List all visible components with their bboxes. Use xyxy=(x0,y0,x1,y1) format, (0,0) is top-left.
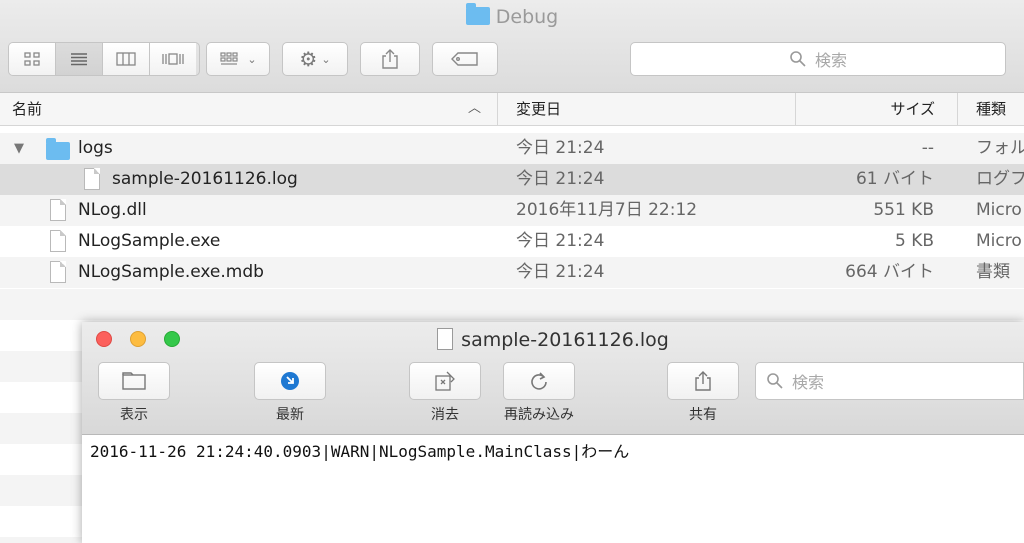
column-name-label: 名前 xyxy=(12,100,43,118)
console-window-title: sample-20161126.log xyxy=(82,328,1024,351)
column-date-label: 変更日 xyxy=(516,100,562,118)
column-size-label: サイズ xyxy=(890,100,935,118)
folder-icon xyxy=(465,3,490,25)
tag-icon xyxy=(451,52,478,66)
reload-label: 再読み込み xyxy=(504,407,574,423)
table-row[interactable]: ▼ logs 今日 21:24 -- フォル xyxy=(0,133,1024,164)
clear-icon xyxy=(435,371,455,391)
sidebar-icon xyxy=(122,372,146,390)
column-kind-label: 種類 xyxy=(976,100,1007,118)
finder-toolbar: Debug ⌄ ⚙ ⌄ 検索 xyxy=(0,0,1024,93)
row-name: NLogSample.exe xyxy=(78,231,221,251)
console-search-placeholder: 検索 xyxy=(792,373,825,392)
row-date: 今日 21:24 xyxy=(516,138,605,158)
latest-label: 最新 xyxy=(276,407,304,423)
console-title-text: sample-20161126.log xyxy=(461,329,669,351)
row-name: logs xyxy=(78,138,113,158)
console-search-input[interactable]: 検索 xyxy=(755,362,1024,400)
column-header: 名前 ︿ 変更日 サイズ 種類 xyxy=(0,93,1024,126)
icon-view-icon[interactable] xyxy=(9,43,56,75)
column-view-icon[interactable] xyxy=(103,43,150,75)
finder-search-placeholder: 検索 xyxy=(814,51,847,70)
chevron-down-icon: ⌄ xyxy=(247,52,257,66)
empty-stripe xyxy=(0,289,1024,320)
arrange-button[interactable]: ⌄ xyxy=(206,42,270,76)
latest-button[interactable] xyxy=(254,362,326,400)
view-mode-control xyxy=(8,42,200,76)
row-date: 今日 21:24 xyxy=(516,262,605,282)
console-window: sample-20161126.log 表示 最新 消去 再読み込み 共有 検索… xyxy=(82,322,1024,543)
arrange-icon xyxy=(220,52,238,65)
console-toolbar: sample-20161126.log 表示 最新 消去 再読み込み 共有 検索 xyxy=(82,322,1024,435)
log-line: 2016-11-26 21:24:40.0903|WARN|NLogSample… xyxy=(90,442,630,461)
jump-to-latest-icon xyxy=(281,372,299,390)
row-name: NLogSample.exe.mdb xyxy=(78,262,264,282)
row-name: sample-20161126.log xyxy=(112,169,298,189)
row-kind: Micro xyxy=(976,200,1022,220)
tags-button[interactable] xyxy=(432,42,498,76)
document-icon xyxy=(437,328,454,350)
finder-empty-area xyxy=(0,320,82,543)
finder-search-input[interactable]: 検索 xyxy=(630,42,1006,76)
share-icon xyxy=(695,371,711,391)
search-icon xyxy=(767,373,783,389)
gear-icon: ⚙ xyxy=(299,47,318,71)
table-row[interactable]: NLog.dll 2016年11月7日 22:12 551 KB Micro xyxy=(0,195,1024,226)
share-button[interactable] xyxy=(667,362,739,400)
table-row[interactable]: NLogSample.exe.mdb 今日 21:24 664 バイト 書類 xyxy=(0,257,1024,288)
clear-button[interactable] xyxy=(409,362,481,400)
finder-title-text: Debug xyxy=(495,6,559,28)
share-label: 共有 xyxy=(689,407,717,423)
row-date: 2016年11月7日 22:12 xyxy=(516,200,698,220)
chevron-down-icon: ⌄ xyxy=(321,52,331,66)
row-size: 551 KB xyxy=(873,200,934,220)
row-date: 今日 21:24 xyxy=(516,231,605,251)
reload-icon xyxy=(531,372,547,390)
share-button[interactable] xyxy=(360,42,420,76)
sort-ascending-icon: ︿ xyxy=(467,101,481,116)
folder-icon xyxy=(46,138,70,160)
row-size: 5 KB xyxy=(894,231,934,251)
document-icon xyxy=(50,230,66,252)
column-size[interactable]: サイズ xyxy=(796,93,958,125)
document-icon xyxy=(50,261,66,283)
share-icon xyxy=(382,49,398,69)
search-icon xyxy=(790,51,806,67)
row-kind: ログフ xyxy=(976,169,1024,189)
row-date: 今日 21:24 xyxy=(516,169,605,189)
row-kind: 書類 xyxy=(976,262,1010,282)
row-size: -- xyxy=(921,138,934,158)
table-row[interactable]: NLogSample.exe 今日 21:24 5 KB Micro xyxy=(0,226,1024,257)
column-date[interactable]: 変更日 xyxy=(498,93,796,125)
show-button[interactable] xyxy=(98,362,170,400)
table-row-selected[interactable]: sample-20161126.log 今日 21:24 61 バイト ログフ xyxy=(0,164,1024,195)
row-size: 664 バイト xyxy=(845,262,934,282)
document-icon xyxy=(84,168,100,190)
row-name: NLog.dll xyxy=(78,200,147,220)
reload-button[interactable] xyxy=(503,362,575,400)
action-button[interactable]: ⚙ ⌄ xyxy=(282,42,348,76)
disclosure-triangle-icon[interactable]: ▼ xyxy=(14,133,24,164)
row-size: 61 バイト xyxy=(855,169,934,189)
cover-flow-view-icon[interactable] xyxy=(150,43,196,75)
column-kind[interactable]: 種類 xyxy=(958,93,1024,125)
document-icon xyxy=(50,199,66,221)
row-kind: Micro xyxy=(976,231,1022,251)
finder-window-title: Debug xyxy=(0,3,1024,28)
row-kind: フォル xyxy=(976,138,1024,158)
show-label: 表示 xyxy=(120,407,148,423)
column-name[interactable]: 名前 ︿ xyxy=(0,93,498,125)
list-view-icon[interactable] xyxy=(56,43,103,75)
